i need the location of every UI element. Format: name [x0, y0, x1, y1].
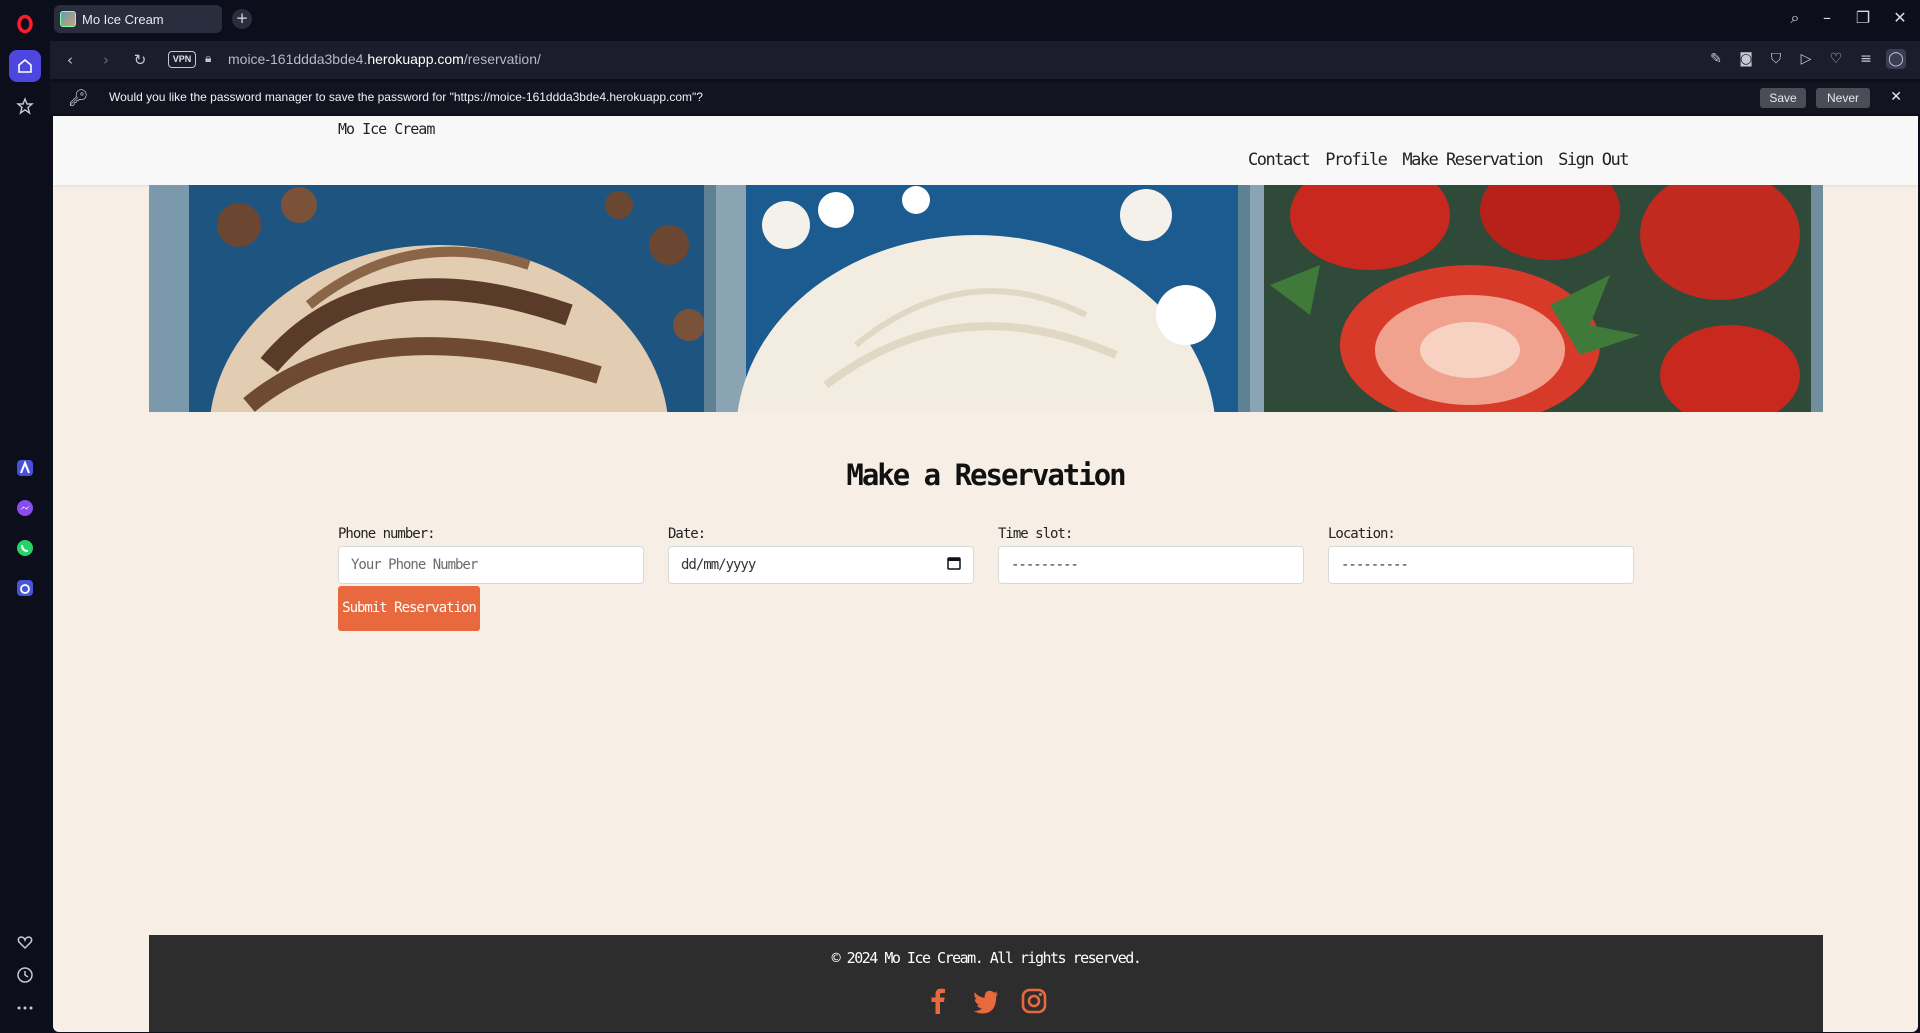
- tab-title: Mo Ice Cream: [82, 11, 164, 27]
- play-icon[interactable]: ▷: [1796, 49, 1816, 69]
- key-icon: 🔑︎: [68, 88, 89, 107]
- submit-reservation-button[interactable]: Submit Reservation: [338, 586, 480, 631]
- phone-input[interactable]: Your Phone Number: [338, 546, 644, 584]
- nav-contact[interactable]: Contact: [1248, 150, 1311, 170]
- lock-icon[interactable]: 🔒︎: [205, 51, 211, 66]
- location-select[interactable]: ---------: [1328, 546, 1634, 584]
- vpn-badge[interactable]: VPN: [168, 51, 196, 68]
- reservation-form: Phone number: Your Phone Number Date: dd…: [338, 526, 1634, 584]
- more-icon[interactable]: [9, 992, 41, 1024]
- music-app-icon[interactable]: [9, 572, 41, 604]
- history-icon[interactable]: [9, 959, 41, 991]
- site-brand[interactable]: Mo Ice Cream: [338, 120, 435, 138]
- date-label: Date:: [668, 526, 706, 542]
- chocolate-ice-cream-image: [149, 185, 716, 412]
- browser-sidebar: [0, 0, 50, 1033]
- tab-strip: Mo Ice Cream + ⌕ – ❐ ✕: [50, 0, 1920, 38]
- camera-icon[interactable]: ◙: [1736, 49, 1756, 69]
- home-icon[interactable]: [9, 50, 41, 82]
- nav-make-reservation[interactable]: Make Reservation: [1402, 150, 1543, 170]
- copyright-text: © 2024 Mo Ice Cream. All rights reserved…: [831, 949, 1142, 967]
- timeslot-label: Time slot:: [998, 526, 1073, 542]
- back-icon[interactable]: ‹: [60, 51, 80, 69]
- opera-logo-icon[interactable]: [9, 8, 41, 40]
- facebook-icon[interactable]: [924, 987, 952, 1015]
- menu-icon[interactable]: ≡: [1856, 49, 1876, 69]
- instagram-icon[interactable]: [1020, 987, 1048, 1015]
- forward-icon[interactable]: ›: [96, 51, 116, 69]
- site-favicon-icon: [60, 11, 76, 27]
- password-save-bar: 🔑︎ Would you like the password manager t…: [50, 82, 1920, 114]
- url-field[interactable]: moice-161ddda3bde4.herokuapp.com/reserva…: [228, 51, 541, 67]
- browser-tab[interactable]: Mo Ice Cream: [54, 5, 222, 33]
- timeslot-select[interactable]: ---------: [998, 546, 1304, 584]
- never-save-button[interactable]: Never: [1816, 88, 1870, 108]
- password-prompt-text: Would you like the password manager to s…: [109, 90, 703, 104]
- hero-image: [149, 185, 1823, 412]
- shield-icon[interactable]: ⛉: [1766, 49, 1786, 69]
- minimize-icon[interactable]: –: [1815, 8, 1839, 27]
- new-tab-icon[interactable]: +: [232, 9, 252, 29]
- reload-icon[interactable]: ↻: [130, 51, 150, 69]
- twitter-icon[interactable]: [972, 987, 1000, 1015]
- restore-icon[interactable]: ❐: [1851, 8, 1875, 27]
- heart-outline-icon[interactable]: ♡: [1826, 49, 1846, 69]
- nav-profile[interactable]: Profile: [1325, 150, 1388, 170]
- messenger-icon[interactable]: [9, 492, 41, 524]
- address-bar: ‹ › ↻ VPN 🔒︎ moice-161ddda3bde4.herokuap…: [50, 41, 1920, 79]
- close-window-icon[interactable]: ✕: [1888, 8, 1912, 27]
- profile-icon[interactable]: ◯: [1886, 49, 1906, 69]
- save-password-button[interactable]: Save: [1760, 88, 1806, 108]
- nav-sign-out[interactable]: Sign Out: [1558, 150, 1629, 170]
- site-navbar: Mo Ice Cream Contact Profile Make Reserv…: [53, 116, 1918, 185]
- aria-app-icon[interactable]: [9, 452, 41, 484]
- page-title: Make a Reservation: [846, 458, 1126, 492]
- site-footer: © 2024 Mo Ice Cream. All rights reserved…: [149, 935, 1823, 1032]
- phone-label: Phone number:: [338, 526, 436, 542]
- search-tabs-icon[interactable]: ⌕: [1783, 8, 1807, 28]
- calendar-icon[interactable]: [947, 556, 961, 574]
- strawberries-image: [1250, 185, 1823, 412]
- heart-icon[interactable]: [9, 926, 41, 958]
- date-input[interactable]: dd/mm/yyyy: [668, 546, 974, 584]
- page-viewport: Mo Ice Cream Contact Profile Make Reserv…: [53, 116, 1918, 1032]
- vanilla-ice-cream-image: [716, 185, 1250, 412]
- edit-icon[interactable]: ✎: [1706, 49, 1726, 69]
- location-label: Location:: [1328, 526, 1396, 542]
- whatsapp-icon[interactable]: [9, 532, 41, 564]
- close-icon[interactable]: ✕: [1890, 89, 1902, 105]
- star-icon[interactable]: [9, 90, 41, 122]
